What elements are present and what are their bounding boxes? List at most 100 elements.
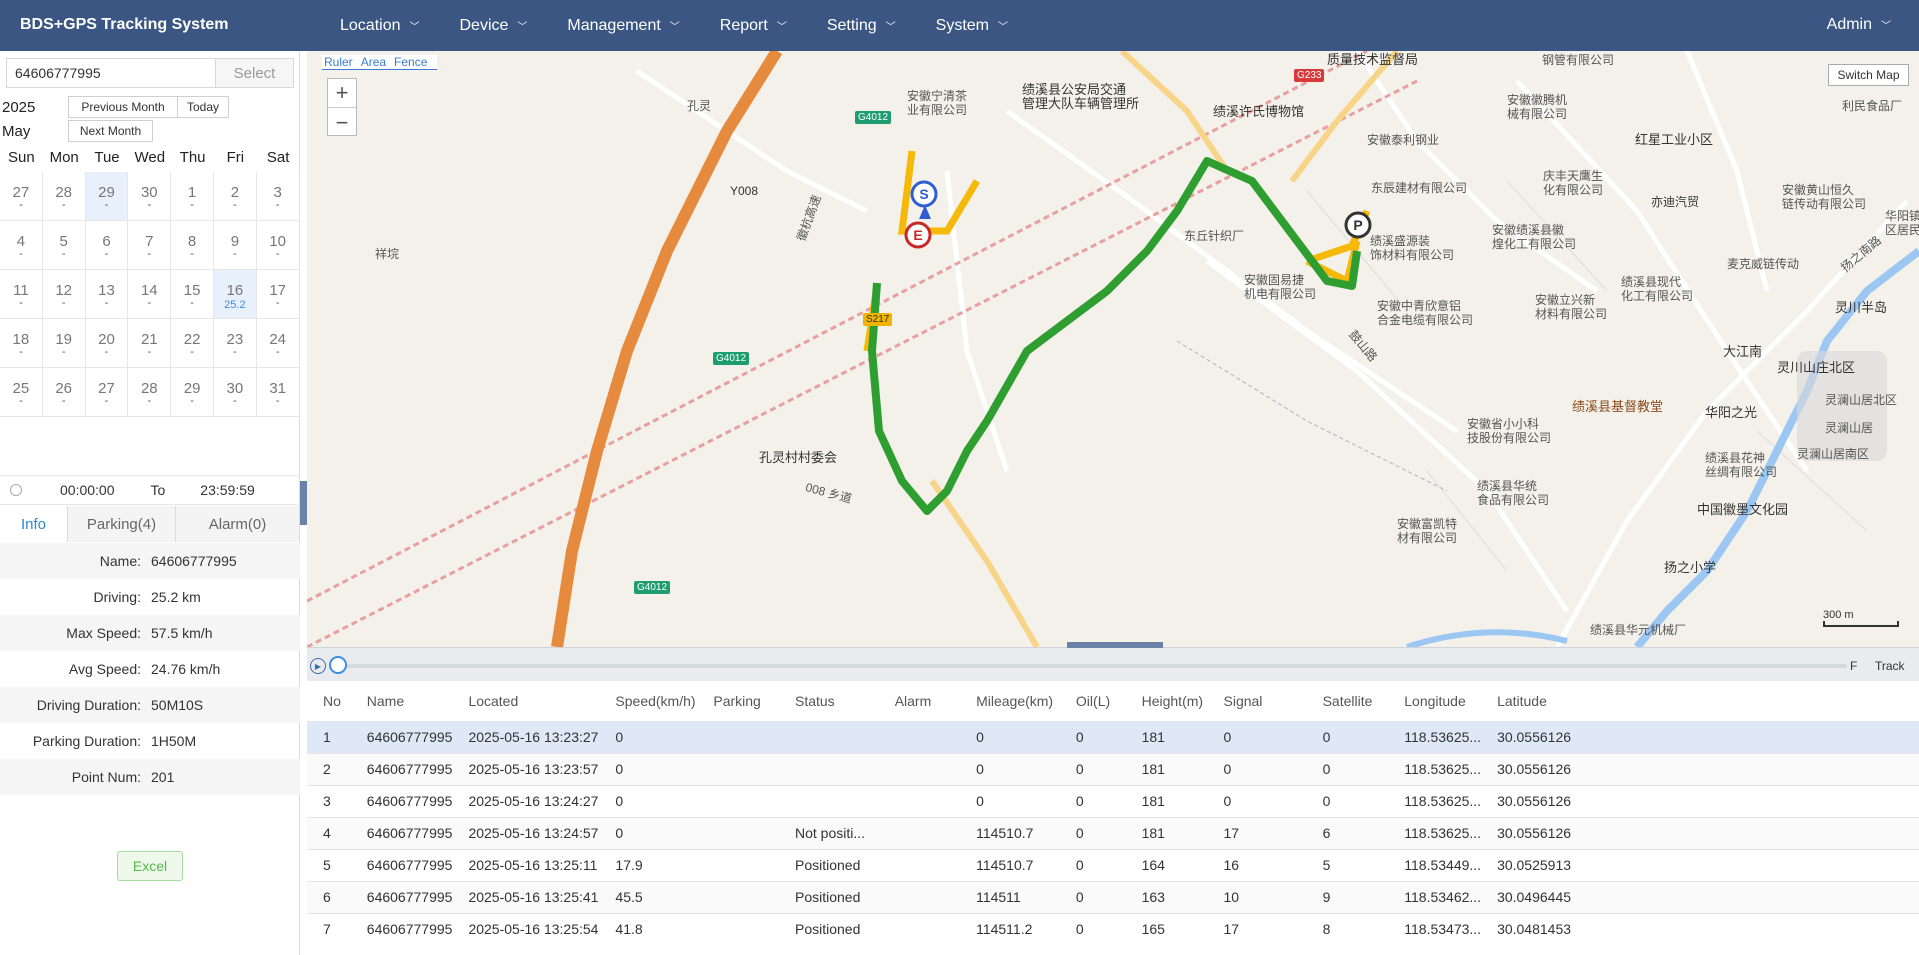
table-cell: 45.5 xyxy=(599,880,698,913)
column-header[interactable]: Name xyxy=(351,681,453,721)
column-header[interactable]: No xyxy=(307,681,351,721)
table-cell xyxy=(878,720,961,753)
calendar-day[interactable]: 17- xyxy=(256,270,300,319)
nav-management[interactable]: Management ﹀ xyxy=(567,0,679,51)
nav-location[interactable]: Location ﹀ xyxy=(340,0,420,51)
column-header[interactable]: Located xyxy=(452,681,599,721)
table-row[interactable]: 1 64606777995 2025-05-16 13:23:27 0 0 0 181 0 0 1… xyxy=(307,720,1919,753)
column-header[interactable]: Status xyxy=(779,681,879,721)
parking-marker[interactable]: P xyxy=(1344,211,1372,239)
next-month-button[interactable]: Next Month xyxy=(68,120,153,142)
calendar-day[interactable]: 27- xyxy=(85,368,129,417)
tab-info[interactable]: Info xyxy=(0,506,68,542)
select-button[interactable]: Select xyxy=(216,58,294,88)
table-row[interactable]: 7 64606777995 2025-05-16 13:25:54 41.8 Posit… xyxy=(307,912,1919,945)
calendar-day[interactable]: 23- xyxy=(213,319,257,368)
end-time[interactable]: 23:59:59 xyxy=(200,482,255,498)
table-row[interactable]: 2 64606777995 2025-05-16 13:23:57 0 0 0 181 0 0 1… xyxy=(307,752,1919,785)
table-cell xyxy=(697,880,779,913)
column-header[interactable]: Satellite xyxy=(1307,681,1389,721)
calendar-day[interactable]: 1- xyxy=(171,172,214,221)
calendar-day[interactable]: 8- xyxy=(171,221,214,270)
device-input[interactable] xyxy=(6,58,216,88)
ruler-tool[interactable]: Ruler xyxy=(324,55,353,69)
fence-tool[interactable]: Fence xyxy=(394,55,427,69)
panel-resize-handle[interactable] xyxy=(1067,642,1163,648)
table-cell: 114510.7 xyxy=(960,816,1060,849)
column-header[interactable]: Longitude xyxy=(1388,681,1481,721)
calendar-day[interactable]: 4- xyxy=(0,221,43,270)
column-header[interactable]: Latitude xyxy=(1481,681,1919,721)
speed-label[interactable]: F xyxy=(1850,659,1857,673)
calendar-day[interactable]: 27- xyxy=(0,172,43,221)
start-time[interactable]: 00:00:00 xyxy=(60,482,115,498)
table-row[interactable]: 6 64606777995 2025-05-16 13:25:41 45.5 Posit… xyxy=(307,880,1919,913)
calendar-day[interactable]: 30- xyxy=(128,172,172,221)
calendar-day[interactable]: 20- xyxy=(85,319,129,368)
nav-report[interactable]: Report ﹀ xyxy=(720,0,787,51)
info-value: 64606777995 xyxy=(151,553,237,569)
map-label: 灵澜山居北区 xyxy=(1825,393,1898,407)
today-button[interactable]: Today xyxy=(177,96,229,118)
calendar-day[interactable]: 3- xyxy=(256,172,300,221)
calendar-day[interactable]: 14- xyxy=(128,270,172,319)
info-label: Driving Duration: xyxy=(36,697,141,713)
calendar-day[interactable]: 19- xyxy=(42,319,86,368)
table-cell: 0 xyxy=(1306,752,1389,785)
zoom-in-button[interactable]: + xyxy=(328,79,356,108)
nav-device[interactable]: Device ﹀ xyxy=(460,0,528,51)
column-header[interactable]: Alarm xyxy=(879,681,960,721)
map-view[interactable]: S E P Ruler Area Fence + − Switch Map 300 … xyxy=(307,51,1919,647)
tab-alarm[interactable]: Alarm(0) xyxy=(176,506,300,542)
zoom-out-button[interactable]: − xyxy=(328,108,356,137)
calendar-day[interactable]: 28- xyxy=(42,172,86,221)
start-marker[interactable]: S xyxy=(910,180,938,208)
calendar-day[interactable]: 29- xyxy=(85,172,129,221)
calendar-day[interactable]: 31- xyxy=(256,368,300,417)
column-header[interactable]: Speed(km/h) xyxy=(599,681,697,721)
track-toggle[interactable]: Track xyxy=(1875,659,1905,673)
nav-setting[interactable]: Setting ﹀ xyxy=(827,0,896,51)
table-cell: 8 xyxy=(1306,912,1389,945)
table-row[interactable]: 4 64606777995 2025-05-16 13:24:57 0 Not posi… xyxy=(307,816,1919,849)
calendar-day[interactable]: 24- xyxy=(256,319,300,368)
playback-knob[interactable] xyxy=(329,656,347,674)
column-header[interactable]: Height(m) xyxy=(1126,681,1208,721)
calendar-day[interactable]: 15- xyxy=(171,270,214,319)
nav-system[interactable]: System ﹀ xyxy=(936,0,1008,51)
switch-map-button[interactable]: Switch Map xyxy=(1828,64,1909,86)
play-icon[interactable]: ▶ xyxy=(310,658,326,674)
calendar-day[interactable]: 7- xyxy=(128,221,172,270)
playback-slider[interactable] xyxy=(337,664,1847,668)
calendar-day[interactable]: 30- xyxy=(213,368,257,417)
calendar-day[interactable]: 28- xyxy=(128,368,172,417)
calendar-day[interactable]: 29- xyxy=(171,368,214,417)
calendar-day[interactable]: 2- xyxy=(213,172,257,221)
calendar-day[interactable]: 10- xyxy=(256,221,300,270)
calendar-day[interactable]: 9- xyxy=(213,221,257,270)
calendar-day[interactable]: 26- xyxy=(42,368,86,417)
calendar-day[interactable]: 13- xyxy=(85,270,129,319)
column-header[interactable]: Parking xyxy=(697,681,779,721)
calendar-day[interactable]: 6- xyxy=(85,221,129,270)
end-marker[interactable]: E xyxy=(904,221,932,249)
tab-parking[interactable]: Parking(4) xyxy=(68,506,176,542)
calendar-day[interactable]: 11- xyxy=(0,270,43,319)
calendar-day[interactable]: 22- xyxy=(171,319,214,368)
calendar-day[interactable]: 12- xyxy=(42,270,86,319)
previous-month-button[interactable]: Previous Month xyxy=(68,96,178,118)
calendar-day[interactable]: 16 25.2 xyxy=(213,270,257,319)
table-row[interactable]: 5 64606777995 2025-05-16 13:25:11 17.9 Posit… xyxy=(307,848,1919,881)
calendar-day[interactable]: 18- xyxy=(0,319,43,368)
excel-button[interactable]: Excel xyxy=(117,851,183,881)
calendar-day[interactable]: 25- xyxy=(0,368,43,417)
column-header[interactable]: Oil(L) xyxy=(1060,681,1126,721)
calendar-day[interactable]: 5- xyxy=(42,221,86,270)
user-menu[interactable]: Admin ﹀ xyxy=(1827,16,1891,34)
column-header[interactable]: Signal xyxy=(1208,681,1307,721)
panel-collapse-handle[interactable] xyxy=(300,481,307,525)
column-header[interactable]: Mileage(km) xyxy=(960,681,1060,721)
calendar-day[interactable]: 21- xyxy=(128,319,172,368)
table-row[interactable]: 3 64606777995 2025-05-16 13:24:27 0 0 0 181 0 0 1… xyxy=(307,784,1919,817)
area-tool[interactable]: Area xyxy=(361,55,386,69)
